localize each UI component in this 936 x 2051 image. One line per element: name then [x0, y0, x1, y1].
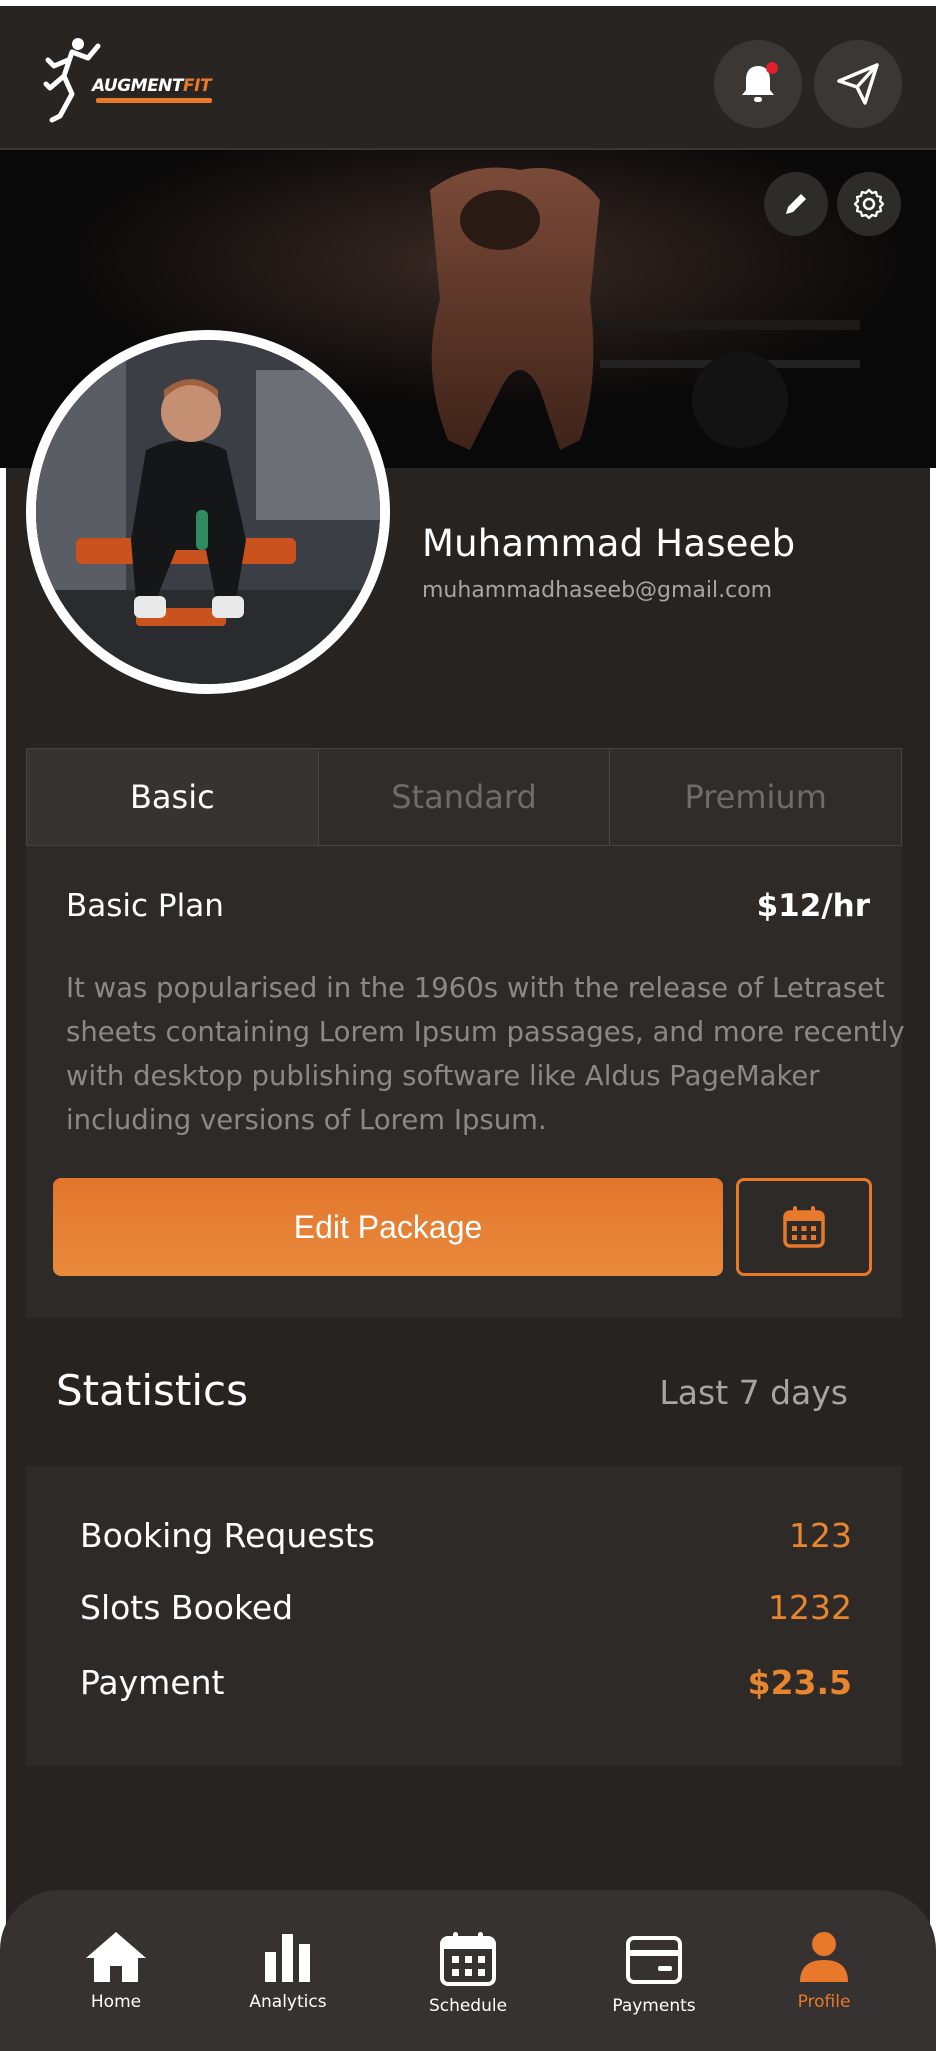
schedule-calendar-button[interactable] [736, 1178, 872, 1276]
nav-label: Schedule [428, 1996, 508, 2016]
stat-value: 1232 [768, 1588, 852, 1627]
bottom-navigation: Home Analytics Schedule Payments Profile [0, 1890, 936, 2051]
plan-price: $12/hr [756, 888, 870, 924]
calendar-icon [783, 1206, 825, 1248]
logo-text: AUGMENTFIT [92, 76, 212, 96]
stat-label: Booking Requests [80, 1516, 375, 1555]
nav-home[interactable]: Home [46, 1930, 186, 2012]
bar-chart-icon [265, 1934, 310, 1982]
statistics-card: Booking Requests 123 Slots Booked 1232 P… [26, 1466, 902, 1766]
wallet-icon [626, 1936, 682, 1984]
edit-package-button[interactable]: Edit Package [53, 1178, 723, 1276]
nav-label: Profile [797, 1992, 851, 2012]
stat-label: Slots Booked [80, 1588, 294, 1627]
user-icon [800, 1932, 848, 1982]
edit-profile-button[interactable] [764, 172, 828, 236]
calendar-icon [440, 1932, 496, 1986]
stat-row-booking-requests: Booking Requests 123 [80, 1516, 880, 1555]
stat-row-payment: Payment $23.5 [80, 1663, 880, 1702]
stat-value: $23.5 [747, 1663, 852, 1702]
home-icon [86, 1932, 146, 1982]
nav-payments[interactable]: Payments [584, 1930, 724, 2016]
notifications-button[interactable] [714, 40, 802, 128]
messages-button[interactable] [814, 40, 902, 128]
tab-premium[interactable]: Premium [610, 749, 902, 845]
plan-description: It was popularised in the 1960s with the… [66, 972, 905, 1136]
pencil-icon [786, 194, 806, 214]
nav-label: Analytics [249, 1992, 327, 2012]
tab-standard[interactable]: Standard [318, 749, 611, 845]
package-card: Basic Standard Premium Basic Plan $12/hr… [26, 748, 905, 1318]
plan-title: Basic Plan [66, 888, 224, 924]
stat-row-slots-booked: Slots Booked 1232 [80, 1588, 880, 1627]
send-icon [837, 63, 879, 105]
statistics-range-selector[interactable]: Last 7 days [659, 1373, 848, 1412]
nav-label: Payments [612, 1996, 696, 2016]
stat-label: Payment [80, 1663, 225, 1702]
nav-schedule[interactable]: Schedule [398, 1930, 538, 2016]
settings-button[interactable] [837, 172, 901, 236]
nav-label: Home [90, 1992, 142, 2012]
package-tabs: Basic Standard Premium [26, 748, 902, 846]
statistics-title: Statistics [56, 1366, 248, 1415]
augmentfit-logo[interactable]: AUGMENTFIT [42, 36, 212, 132]
nav-profile[interactable]: Profile [754, 1930, 894, 2012]
profile-avatar[interactable] [26, 330, 390, 694]
notification-badge [766, 62, 778, 74]
nav-analytics[interactable]: Analytics [218, 1930, 358, 2012]
logo-underline [96, 98, 212, 103]
gear-icon [853, 188, 885, 220]
stat-value: 123 [789, 1516, 852, 1555]
profile-name: Muhammad Haseeb [422, 522, 796, 565]
profile-email: muhammadhaseeb@gmail.com [422, 578, 773, 603]
trainer-photo [36, 340, 380, 684]
tab-basic[interactable]: Basic [27, 749, 319, 845]
app-header: AUGMENTFIT [0, 6, 936, 150]
